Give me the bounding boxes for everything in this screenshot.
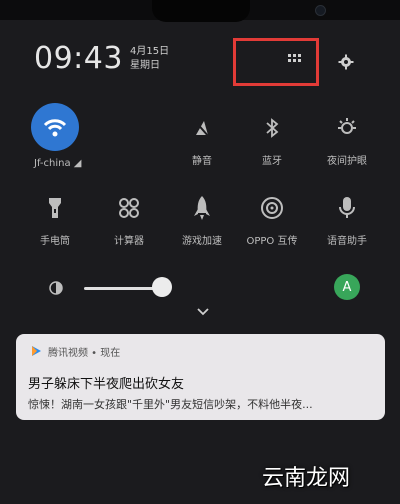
mute-icon bbox=[194, 120, 210, 138]
tile-bluetooth[interactable]: 蓝牙 bbox=[236, 110, 308, 167]
notification-card[interactable]: 腾讯视频 • 现在 男子躲床下半夜爬出砍女友 惊悚！湖南一女孩跟"千里外"男友短… bbox=[16, 334, 385, 420]
gear-icon[interactable] bbox=[338, 54, 354, 70]
calculator-icon bbox=[119, 198, 139, 218]
rocket-icon bbox=[194, 196, 210, 220]
chevron-down-icon[interactable] bbox=[196, 307, 210, 317]
grid-icon[interactable] bbox=[287, 53, 303, 67]
brightness-slider-thumb[interactable] bbox=[152, 277, 172, 297]
flashlight-icon bbox=[49, 198, 61, 218]
tile-label: 夜间护眼 bbox=[327, 156, 367, 167]
wifi-toggle[interactable] bbox=[31, 103, 79, 151]
wifi-icon bbox=[43, 119, 67, 137]
avatar[interactable]: A bbox=[334, 274, 360, 300]
tile-label: OPPO 互传 bbox=[246, 236, 298, 247]
tile-flashlight[interactable]: 手电筒 bbox=[19, 190, 91, 247]
tile-label: 静音 bbox=[192, 156, 212, 167]
tile-label: 手电筒 bbox=[40, 236, 70, 247]
tile-label: 蓝牙 bbox=[262, 156, 282, 167]
tile-label: 计算器 bbox=[114, 236, 144, 247]
clock-time: 09:43 bbox=[34, 41, 123, 76]
camera-notch bbox=[152, 0, 326, 22]
notification-body: 惊悚！湖南一女孩跟"千里外"男友短信吵架，不料他半夜... bbox=[28, 398, 313, 411]
tile-mute[interactable]: 静音 bbox=[166, 110, 238, 167]
tile-oppo-share[interactable]: OPPO 互传 bbox=[236, 190, 308, 247]
tencent-video-icon bbox=[32, 346, 41, 356]
tile-label: 语音助手 bbox=[327, 236, 367, 247]
clock-date: 4月15日 星期日 bbox=[130, 45, 169, 73]
bluetooth-icon bbox=[266, 118, 279, 138]
date-weekday: 星期日 bbox=[130, 60, 160, 71]
night-mode-icon bbox=[338, 118, 356, 134]
wifi-label: Jf-china ◢ bbox=[34, 158, 82, 169]
brightness-slider-track[interactable] bbox=[84, 287, 162, 290]
tile-game-boost[interactable]: 游戏加速 bbox=[166, 190, 238, 247]
tile-label: 游戏加速 bbox=[182, 236, 222, 247]
tile-night-mode[interactable]: 夜间护眼 bbox=[311, 110, 383, 167]
microphone-icon bbox=[339, 197, 355, 218]
tile-voice-assistant[interactable]: 语音助手 bbox=[311, 190, 383, 247]
date-day: 4月15日 bbox=[130, 46, 170, 57]
notification-app-name: 腾讯视频 • 现在 bbox=[48, 348, 121, 359]
highlight-box bbox=[233, 38, 319, 86]
notification-title: 男子躲床下半夜爬出砍女友 bbox=[28, 377, 185, 392]
brightness-icon bbox=[49, 281, 63, 295]
watermark: 云南龙网 bbox=[262, 466, 351, 491]
wifi-network-name: Jf-china bbox=[34, 158, 71, 169]
front-camera-icon bbox=[315, 5, 326, 16]
share-icon bbox=[261, 197, 283, 219]
tile-calculator[interactable]: 计算器 bbox=[93, 190, 165, 247]
